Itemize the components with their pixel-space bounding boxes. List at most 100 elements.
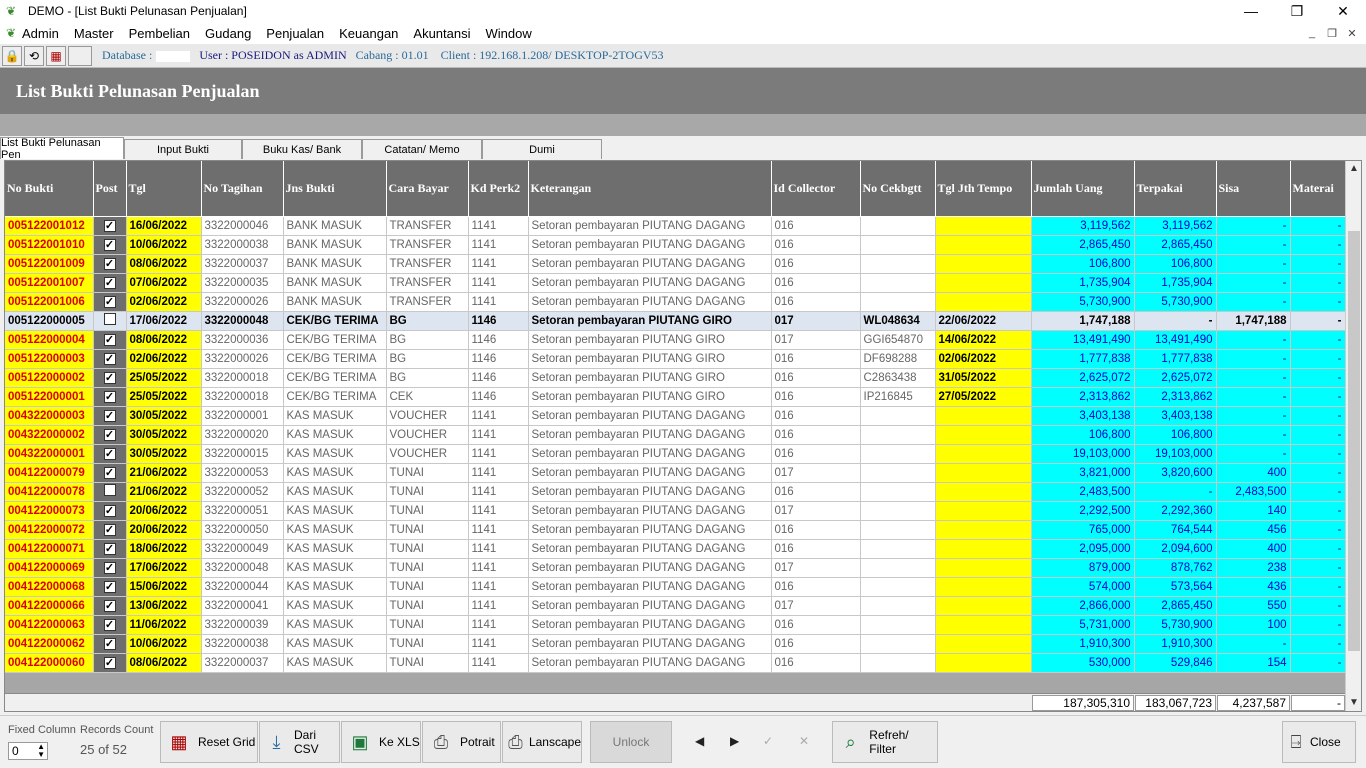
post-checkbox-cell[interactable]: ✓ [93,216,127,236]
checked-checkbox-icon[interactable]: ✓ [103,580,116,593]
table-row[interactable]: 004122000072 ✓ 20/06/2022 3322000050 KAS MAS… [5,520,1346,540]
unchecked-checkbox-icon[interactable] [103,484,116,496]
table-row[interactable]: 004122000079 ✓ 21/06/2022 3322000053 KAS MAS… [5,463,1346,483]
scroll-up-icon[interactable]: ▲ [1346,161,1362,177]
close-button[interactable]: ⍈ Close [1282,721,1356,763]
post-checkbox-cell[interactable]: ✓ [93,520,127,540]
col-header[interactable]: No Cekbgtt [860,161,936,217]
table-row[interactable]: 004122000069 ✓ 17/06/2022 3322000048 KAS MAS… [5,558,1346,578]
post-checkbox-cell[interactable]: ✓ [93,349,127,369]
table-row[interactable]: 005122000004 ✓ 08/06/2022 3322000036 CEK/BG … [5,330,1346,350]
table-row[interactable]: 005122001010 ✓ 10/06/2022 3322000038 BANK MA… [5,235,1346,255]
post-checkbox-cell[interactable]: ✓ [93,425,127,445]
tab-catatan-memo[interactable]: Catatan/ Memo [362,139,482,159]
col-header[interactable]: Kd Perk2 [468,161,529,217]
blank-icon[interactable] [68,45,92,66]
post-checkbox-cell[interactable]: ✓ [93,406,127,426]
col-header[interactable]: Jns Bukti [283,161,387,217]
checked-checkbox-icon[interactable]: ✓ [103,542,116,555]
post-checkbox-cell[interactable]: ✓ [93,368,127,388]
checked-checkbox-icon[interactable]: ✓ [103,637,116,650]
col-header[interactable]: No Tagihan [201,161,284,217]
post-checkbox-cell[interactable]: ✓ [93,653,127,673]
post-checkbox-cell[interactable]: ✓ [93,615,127,635]
post-checkbox-cell[interactable]: ✓ [93,387,127,407]
checked-checkbox-icon[interactable]: ✓ [103,599,116,612]
ke-xls-button[interactable]: ▣ Ke XLS [341,721,421,763]
reset-grid-button[interactable]: ▦ Reset Grid [160,721,258,763]
checked-checkbox-icon[interactable]: ✓ [103,257,116,270]
col-header[interactable]: Keterangan [528,161,772,217]
unlock-button[interactable]: Unlock [590,721,672,763]
checked-checkbox-icon[interactable]: ✓ [103,409,116,422]
checked-checkbox-icon[interactable]: ✓ [103,504,116,517]
table-row[interactable]: 004322000002 ✓ 30/05/2022 3322000020 KAS MAS… [5,425,1346,445]
logout-icon[interactable]: ⟲ [24,45,44,66]
table-row[interactable]: 005122001007 ✓ 07/06/2022 3322000035 BANK MA… [5,273,1346,293]
post-checkbox-cell[interactable]: ✓ [93,539,127,559]
table-row[interactable]: 005122001006 ✓ 02/06/2022 3322000026 BANK MA… [5,292,1346,312]
scroll-down-icon[interactable]: ▼ [1346,695,1362,711]
col-header[interactable]: Materai [1290,161,1346,217]
scroll-thumb[interactable] [1348,231,1360,651]
table-row[interactable]: 005122000002 ✓ 25/05/2022 3322000018 CEK/BG … [5,368,1346,388]
mdi-minimize-button[interactable]: _ [1302,25,1322,41]
col-header[interactable]: Terpakai [1134,161,1217,217]
mdi-restore-button[interactable]: ❐ [1322,25,1342,41]
prev-icon[interactable]: ◀ [695,734,704,748]
post-checkbox-cell[interactable] [93,482,127,502]
checked-checkbox-icon[interactable]: ✓ [103,466,116,479]
unchecked-checkbox-icon[interactable] [103,313,116,325]
fixed-column-stepper[interactable]: 0 ▲ ▼ [8,742,48,760]
table-row[interactable]: 004122000060 ✓ 08/06/2022 3322000037 KAS MAS… [5,653,1346,673]
menu-penjualan[interactable]: Penjualan [266,26,324,41]
tab-dumi[interactable]: Dumi [482,139,602,159]
tab-buku-kas-bank[interactable]: Buku Kas/ Bank [242,139,362,159]
table-row[interactable]: 005122001009 ✓ 08/06/2022 3322000037 BANK MA… [5,254,1346,274]
table-row[interactable]: 005122000005 17/06/2022 3322000048 CEK/BG T… [5,311,1346,331]
checked-checkbox-icon[interactable]: ✓ [103,561,116,574]
menu-admin[interactable]: Admin [22,26,59,41]
post-checkbox-cell[interactable]: ✓ [93,501,127,521]
table-row[interactable]: 004122000068 ✓ 15/06/2022 3322000044 KAS MAS… [5,577,1346,597]
menu-gudang[interactable]: Gudang [205,26,251,41]
checked-checkbox-icon[interactable]: ✓ [103,390,116,403]
table-row[interactable]: 004122000071 ✓ 18/06/2022 3322000049 KAS MAS… [5,539,1346,559]
maximize-button[interactable]: ❐ [1274,0,1320,22]
lock-icon[interactable]: 🔒 [2,45,22,66]
post-checkbox-cell[interactable]: ✓ [93,596,127,616]
close-window-button[interactable]: ✕ [1320,0,1366,22]
post-checkbox-cell[interactable]: ✓ [93,577,127,597]
menu-master[interactable]: Master [74,26,114,41]
checked-checkbox-icon[interactable]: ✓ [103,618,116,631]
post-checkbox-cell[interactable]: ✓ [93,292,127,312]
tab-input-bukti[interactable]: Input Bukti [124,139,242,159]
minimize-button[interactable]: — [1228,0,1274,22]
calculator-icon[interactable]: ▦ [46,45,66,66]
table-row[interactable]: 004322000001 ✓ 30/05/2022 3322000015 KAS MAS… [5,444,1346,464]
potrait-button[interactable]: ⎙ Potrait [422,721,501,763]
post-checkbox-cell[interactable]: ✓ [93,273,127,293]
table-row[interactable]: 004122000073 ✓ 20/06/2022 3322000051 KAS MAS… [5,501,1346,521]
table-row[interactable]: 005122001012 ✓ 16/06/2022 3322000046 BANK MA… [5,216,1346,236]
next-icon[interactable]: ▶ [730,734,739,748]
menu-window[interactable]: Window [486,26,532,41]
checked-checkbox-icon[interactable]: ✓ [103,295,116,308]
post-checkbox-cell[interactable]: ✓ [93,235,127,255]
post-checkbox-cell[interactable]: ✓ [93,634,127,654]
col-header[interactable]: Tgl [126,161,202,217]
checked-checkbox-icon[interactable]: ✓ [103,656,116,669]
table-row[interactable]: 004122000063 ✓ 11/06/2022 3322000039 KAS MAS… [5,615,1346,635]
checked-checkbox-icon[interactable]: ✓ [103,352,116,365]
table-row[interactable]: 005122000003 ✓ 02/06/2022 3322000026 CEK/BG … [5,349,1346,369]
table-row[interactable]: 004122000066 ✓ 13/06/2022 3322000041 KAS MAS… [5,596,1346,616]
post-checkbox-cell[interactable]: ✓ [93,254,127,274]
col-header[interactable]: Jumlah Uang [1031,161,1135,217]
checked-checkbox-icon[interactable]: ✓ [103,447,116,460]
refresh-filter-button[interactable]: ⌕ Refreh/ Filter [832,721,938,763]
table-row[interactable]: 004322000003 ✓ 30/05/2022 3322000001 KAS MAS… [5,406,1346,426]
post-checkbox-cell[interactable]: ✓ [93,444,127,464]
col-header[interactable]: Cara Bayar [386,161,469,217]
menu-pembelian[interactable]: Pembelian [129,26,190,41]
tab-list-bukti[interactable]: List Bukti Pelunasan Pen [0,137,124,161]
